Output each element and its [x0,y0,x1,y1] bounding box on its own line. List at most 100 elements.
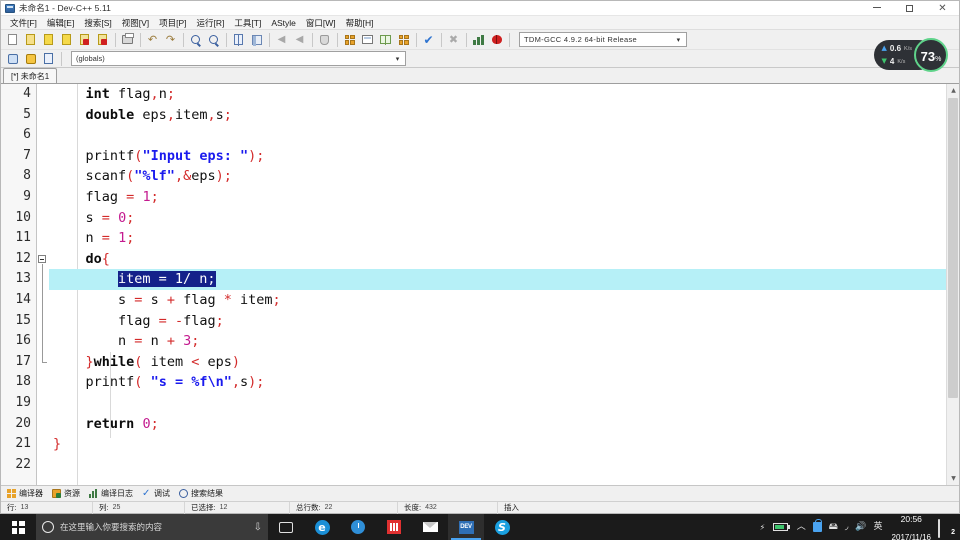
recorder-taskbar-button[interactable] [376,514,412,540]
code-line[interactable] [49,455,959,476]
usb-icon[interactable]: 🖴 [829,522,838,532]
scope-select[interactable]: (globals) ▾ [71,51,406,66]
debug-icon[interactable] [488,31,505,48]
code-line[interactable]: scanf("%lf",&eps); [49,166,959,187]
code-text-area[interactable]: int flag,n; double eps,item,s; printf("I… [49,84,959,485]
code-folding-column[interactable] [37,84,49,485]
ime-language-icon[interactable]: 英 [874,522,883,532]
goto-line-icon[interactable] [248,31,265,48]
start-button[interactable] [0,514,36,540]
cpu-usage-ring[interactable]: 73 % [914,38,948,72]
edge-taskbar-button[interactable]: e [304,514,340,540]
undo-icon[interactable]: ↶ [144,31,161,48]
clock-taskbar-button[interactable] [340,514,376,540]
code-line[interactable]: n = 1; [49,228,959,249]
search-results-icon [179,489,188,498]
code-line[interactable]: } [49,434,959,455]
action-center-button[interactable]: 2 [938,519,955,538]
find-next-icon[interactable] [205,31,222,48]
bottom-tab-resource[interactable]: 资源 [50,486,87,502]
code-line[interactable]: }while( item < eps) [49,352,959,373]
code-line[interactable] [49,125,959,146]
new-file-icon[interactable] [4,31,21,48]
code-line[interactable]: n = n + 3; [49,331,959,352]
code-line[interactable]: printf("Input eps: "); [49,146,959,167]
scrollbar-thumb[interactable] [948,98,958,398]
step-forward-icon[interactable]: ◀ [291,31,308,48]
run-icon[interactable] [359,31,376,48]
compile-icon[interactable] [341,31,358,48]
scroll-up-button[interactable]: ▲ [947,84,959,97]
close-button[interactable]: ✕ [926,1,959,16]
menu-tools[interactable]: 工具[T] [229,16,266,30]
code-line[interactable]: flag = 1; [49,187,959,208]
mail-taskbar-button[interactable] [412,514,448,540]
code-line[interactable] [49,393,959,414]
insert-icon[interactable] [4,50,21,67]
minimize-button[interactable] [860,1,893,16]
code-line[interactable]: return 0; [49,414,959,435]
code-line[interactable]: int flag,n; [49,84,959,105]
rebuild-all-icon[interactable] [395,31,412,48]
print-icon[interactable] [119,31,136,48]
task-view-button[interactable] [268,514,304,540]
volume-icon[interactable]: 🔊 [855,522,866,532]
open-file-icon[interactable] [22,31,39,48]
maximize-button[interactable] [893,1,926,16]
code-line[interactable]: s = 0; [49,208,959,229]
battery-icon[interactable] [773,523,790,531]
menu-view[interactable]: 视图[V] [117,16,154,30]
code-line[interactable]: flag = -flag; [49,311,959,332]
shield-icon[interactable] [316,31,333,48]
vertical-scrollbar[interactable]: ▲ ▼ [946,84,959,485]
profile-icon[interactable] [470,31,487,48]
tray-chevron-icon[interactable]: ︿ [797,522,806,532]
bottom-tab-debug[interactable]: ✓ 调试 [140,486,177,502]
code-line[interactable]: s = s + flag * item; [49,290,959,311]
redo-icon[interactable]: ↷ [162,31,179,48]
menu-astyle[interactable]: AStyle [266,16,301,30]
stop-execution-icon[interactable]: ✖ [445,31,462,48]
close-all-icon[interactable] [94,31,111,48]
code-line-selected[interactable]: item = 1/ n; [49,269,959,290]
menu-search[interactable]: 搜索[S] [79,16,116,30]
compiler-icon [7,489,16,498]
code-line[interactable]: double eps,item,s; [49,105,959,126]
menu-file[interactable]: 文件[F] [5,16,42,30]
menu-window[interactable]: 窗口[W] [301,16,341,30]
editor-tab-untitled1[interactable]: [*] 未命名1 [3,68,58,83]
check-syntax-icon[interactable]: ✔ [420,31,437,48]
taskbar-search-input[interactable]: 在这里输入你要搜索的内容 ⇩ [36,514,268,540]
save-all-icon[interactable] [58,31,75,48]
wifi-icon[interactable]: ◞ [845,522,849,532]
replace-icon[interactable] [230,31,247,48]
compiler-select[interactable]: TDM-GCC 4.9.2 64-bit Release ▾ [519,32,687,47]
step-back-icon[interactable]: ◀ [273,31,290,48]
code-line[interactable]: do{ [49,249,959,270]
fold-toggle-icon[interactable] [38,254,46,263]
menu-help[interactable]: 帮助[H] [341,16,379,30]
compile-run-icon[interactable] [377,31,394,48]
menu-edit[interactable]: 编辑[E] [42,16,79,30]
tray-clock[interactable]: 20:56 2017/11/16 [890,509,931,540]
menu-project[interactable]: 项目[P] [154,16,191,30]
microphone-icon[interactable]: ⇩ [254,522,262,533]
bottom-tab-compile-log[interactable]: 编译日志 [87,486,140,502]
close-file-icon[interactable] [76,31,93,48]
save-file-icon[interactable] [40,31,57,48]
find-icon[interactable] [187,31,204,48]
goto-bookmark-icon[interactable] [40,50,57,67]
scroll-down-button[interactable]: ▼ [947,472,959,485]
code-editor[interactable]: 4 5 6 7 8 9 10 11 12 13 14 15 16 17 18 19 20 21 22 int fla… [1,84,959,485]
bottom-tab-search-results[interactable]: 搜索结果 [177,486,230,502]
code-token: printf [85,147,135,164]
skype-taskbar-button[interactable]: S [484,514,520,540]
security-icon[interactable] [812,519,822,532]
network-monitor-widget[interactable]: ▲ 0.6 K/s ▼ 4 K/s 73 % [873,38,948,72]
code-line[interactable]: printf( "s = %f\n",s); [49,372,959,393]
power-plug-icon[interactable]: ⚡ [760,523,766,532]
devcpp-taskbar-button[interactable]: DEV [448,514,484,540]
toggle-bookmark-icon[interactable] [22,50,39,67]
bottom-tab-compiler[interactable]: 编译器 [5,486,50,502]
menu-run[interactable]: 运行[R] [192,16,230,30]
